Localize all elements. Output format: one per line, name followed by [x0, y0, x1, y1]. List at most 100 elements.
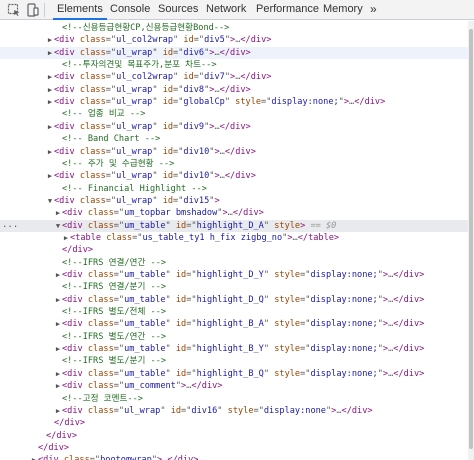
- dom-node-row[interactable]: ▶ <div class="um_table" id="highlight_D_Y…: [0, 269, 468, 281]
- token-sv: == $0: [305, 220, 337, 231]
- token-an: class: [87, 381, 114, 392]
- dom-node-row[interactable]: ▶ <div class="ul_col2wrap" id="div5">…</d…: [0, 34, 468, 46]
- dom-node-row[interactable]: <!-- 주가 및 수급현황 -->: [0, 158, 468, 170]
- scrollbar-thumb[interactable]: [469, 29, 473, 449]
- dom-node-content: ▶ <div class="um_topbar bmshadow">…</div>: [54, 207, 264, 219]
- vertical-scrollbar[interactable]: [468, 21, 474, 460]
- token-eq: =": [186, 344, 197, 355]
- dom-node-row[interactable]: </div>: [0, 430, 468, 442]
- token-cm: <!--IFRS 별도/분기 -->: [62, 356, 167, 367]
- more-tabs-button[interactable]: »: [370, 0, 377, 19]
- dom-node-selected[interactable]: ▼ <div class="um_table" id="highlight_D_A…: [0, 219, 468, 232]
- expand-triangle-icon[interactable]: ▶: [46, 71, 54, 83]
- dom-node-row[interactable]: <!-- Band Chart -->: [0, 133, 468, 145]
- dom-node-row[interactable]: </div>: [0, 417, 468, 429]
- dom-node-row[interactable]: <!--투자의견및 목표주가,분포 차트-->: [0, 59, 468, 71]
- token-an: id: [170, 405, 182, 416]
- tab-memory[interactable]: Memory: [323, 0, 363, 19]
- expand-triangle-icon[interactable]: ▶: [54, 294, 62, 306]
- dom-node-row[interactable]: ▶ <div class="ul_wrap" id="globalCp" styl…: [0, 96, 468, 108]
- token-av: div5: [204, 35, 225, 46]
- dom-node-row[interactable]: ▶ <table class="us_table_ty1 h_fix zigbg_…: [0, 232, 468, 244]
- dom-node-row[interactable]: ▶ <div class="ul_wrap" id="div10">…</div>: [0, 170, 468, 182]
- dom-node-row[interactable]: <!--IFRS 별도/연간 -->: [0, 331, 468, 343]
- dom-node-row[interactable]: </div>: [0, 442, 468, 454]
- expand-triangle-icon[interactable]: ▶: [46, 170, 54, 182]
- dom-node-row[interactable]: <!-- 업종 비교 -->: [0, 108, 468, 120]
- collapse-triangle-icon[interactable]: ▼: [54, 220, 62, 232]
- token-av: highlight_D_Q: [196, 294, 264, 305]
- tab-performance[interactable]: Performance: [256, 0, 319, 19]
- tab-elements[interactable]: Elements: [53, 0, 107, 20]
- dom-node-row[interactable]: <!--고정 코멘트-->: [0, 393, 468, 405]
- expand-triangle-icon[interactable]: ▶: [46, 146, 54, 158]
- dom-node-row[interactable]: ▶ <div class="ul_col2wrap" id="div7">…</d…: [0, 71, 468, 83]
- dom-node-row[interactable]: ▶ <div class="ul_wrap" id="div6">…</div>: [0, 46, 468, 59]
- dom-node-row[interactable]: <!--IFRS 별도/분기 -->: [0, 355, 468, 367]
- dom-node-row[interactable]: <!--IFRS 연결/연간 -->: [0, 257, 468, 269]
- dom-node-row[interactable]: </div>: [0, 244, 468, 256]
- expand-triangle-icon[interactable]: ▶: [46, 34, 54, 46]
- tab-sources[interactable]: Sources: [158, 0, 198, 19]
- tab-network[interactable]: Network: [206, 0, 246, 19]
- token-eq: =": [113, 368, 125, 379]
- dom-node-row[interactable]: <!--신용등급현황CP,신용등급현황Bond-->: [0, 22, 468, 34]
- token-eq: ": [173, 35, 184, 46]
- dom-node-row[interactable]: ▶ <div class="um_table" id="highlight_D_Q…: [0, 294, 468, 306]
- expand-triangle-icon[interactable]: ▶: [46, 96, 54, 108]
- token-eq: =": [113, 220, 125, 231]
- dom-node-row[interactable]: ▶ <div class="um_table" id="highlight_B_Q…: [0, 368, 468, 380]
- token-av: display:none;: [310, 270, 378, 280]
- dom-node-row[interactable]: <!-- Financial Highlight -->: [0, 183, 468, 195]
- token-tag: <div: [62, 208, 88, 219]
- dom-node-row[interactable]: <!--IFRS 별도/전체 -->: [0, 306, 468, 318]
- expand-triangle-icon[interactable]: ▶: [54, 405, 62, 417]
- token-eq: =": [253, 405, 264, 416]
- token-tag: </div>: [240, 35, 272, 46]
- dom-node-row[interactable]: ▶ <div class="ul_wrap" id="div8">…</div>: [0, 84, 468, 96]
- token-tag: </div>: [54, 418, 86, 429]
- dom-node-row[interactable]: ▶ <div class="um_comment">…</div>: [0, 380, 468, 392]
- token-an: class: [87, 294, 114, 305]
- token-eq: ": [263, 294, 275, 305]
- token-tag: </div>: [240, 72, 272, 83]
- token-tag: </div>: [219, 47, 251, 58]
- expand-triangle-icon[interactable]: ▶: [54, 380, 62, 392]
- token-tag: <div: [62, 294, 88, 305]
- dom-node-row[interactable]: ▶ <div class="ul_wrap" id="div16" style="…: [0, 405, 468, 417]
- token-av: div7: [204, 72, 225, 83]
- expand-triangle-icon[interactable]: ▶: [46, 121, 54, 133]
- token-tag: <div: [38, 455, 64, 460]
- expand-triangle-icon[interactable]: ▶: [62, 232, 70, 244]
- dom-node-content: ▶<div class="bootomwrap">…</div>: [30, 454, 199, 460]
- expand-triangle-icon[interactable]: ▶: [54, 269, 62, 281]
- dom-node-row[interactable]: <!--IFRS 연결/분기 -->: [0, 281, 468, 293]
- token-tag: <div: [54, 146, 80, 157]
- token-eq: =": [105, 146, 117, 157]
- collapse-triangle-icon[interactable]: ▼: [46, 195, 54, 207]
- inspect-element-icon[interactable]: [7, 3, 21, 17]
- dom-node-row[interactable]: ▶ <div class="ul_wrap" id="div10">…</div>: [0, 146, 468, 158]
- dom-node-row[interactable]: ▶ <div class="um_topbar bmshadow">…</div>: [0, 207, 468, 219]
- token-cm: <!-- 주가 및 수급현황 -->: [62, 158, 175, 169]
- dom-node-row[interactable]: ▶ <div class="um_table" id="highlight_B_A…: [0, 318, 468, 330]
- token-av: um_table: [124, 294, 166, 305]
- token-an: class: [79, 72, 106, 83]
- expand-triangle-icon[interactable]: ▶: [54, 343, 62, 355]
- expand-triangle-icon[interactable]: ▶: [54, 318, 62, 330]
- tab-console[interactable]: Console: [110, 0, 150, 19]
- dom-node-row[interactable]: ▼ <div class="ul_wrap" id="div15">: [0, 195, 468, 207]
- expand-triangle-icon[interactable]: ▶: [54, 207, 62, 219]
- expand-triangle-icon[interactable]: ▶: [46, 84, 54, 96]
- selected-node-ellipsis-icon[interactable]: ...: [2, 220, 18, 232]
- device-toolbar-icon[interactable]: [25, 3, 39, 17]
- expand-triangle-icon[interactable]: ▶: [30, 454, 38, 460]
- token-eq: =": [105, 97, 117, 108]
- dom-node-row[interactable]: ▶ <div class="ul_wrap" id="div9">…</div>: [0, 121, 468, 133]
- token-av: div8: [183, 84, 205, 95]
- dom-node-row[interactable]: ▶ <div class="um_table" id="highlight_B_Y…: [0, 343, 468, 355]
- expand-triangle-icon[interactable]: ▶: [54, 368, 62, 380]
- dom-node-content: <!-- 업종 비교 -->: [54, 108, 145, 120]
- expand-triangle-icon[interactable]: ▶: [46, 47, 54, 59]
- dom-node-row[interactable]: ▶<div class="bootomwrap">…</div>: [0, 454, 468, 460]
